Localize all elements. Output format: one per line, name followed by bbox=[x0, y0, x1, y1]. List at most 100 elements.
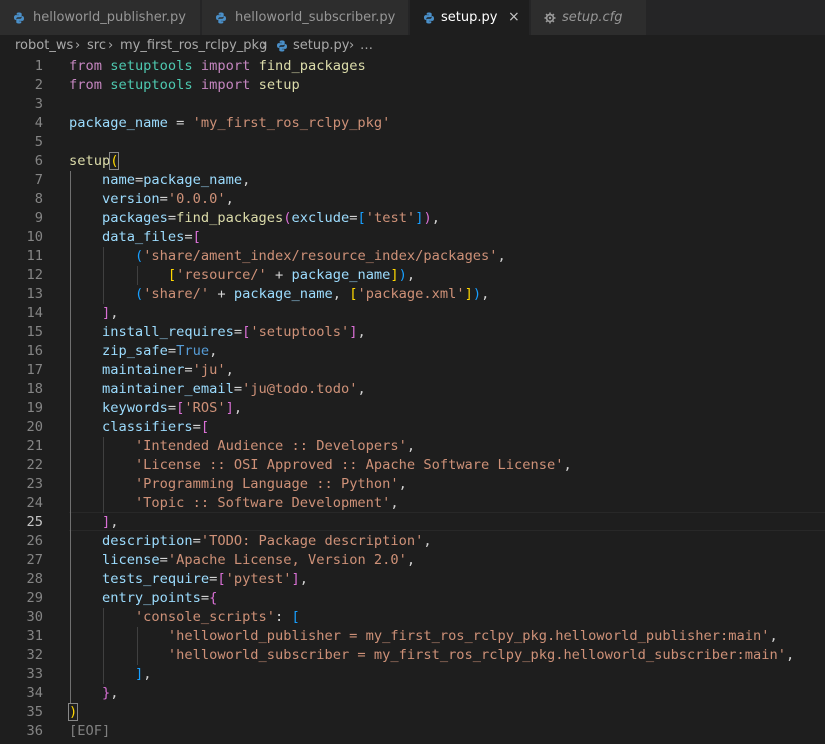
close-icon[interactable]: × bbox=[508, 0, 520, 35]
line-number: 27 bbox=[26, 552, 43, 568]
string: 'setuptools' bbox=[250, 324, 350, 340]
code-line: 33 ], bbox=[0, 665, 825, 684]
code-line: 11 ('share/ament_index/resource_index/pa… bbox=[0, 247, 825, 266]
breadcrumb-setup-py[interactable]: setup.py bbox=[293, 35, 349, 57]
parameter: zip_safe bbox=[101, 343, 168, 359]
string: 'test' bbox=[365, 210, 416, 226]
constant: True bbox=[176, 343, 210, 359]
breadcrumb: robot_ws › src › my_first_ros_rclpy_pkg … bbox=[0, 35, 825, 57]
line-number: 17 bbox=[26, 362, 43, 378]
line-number: 23 bbox=[26, 476, 43, 492]
breadcrumb-robot-ws[interactable]: robot_ws bbox=[15, 35, 73, 57]
line-number: 25 bbox=[26, 514, 43, 530]
line-number: 21 bbox=[26, 438, 43, 454]
line-number: 9 bbox=[34, 210, 43, 226]
python-icon bbox=[14, 12, 24, 24]
tab-setup-py[interactable]: setup.py × bbox=[410, 0, 530, 35]
code-line: 23 'Programming Language :: Python', bbox=[0, 475, 825, 494]
code-line: 20 classifiers=[ bbox=[0, 418, 825, 437]
breadcrumb-src[interactable]: src bbox=[87, 35, 106, 57]
code-line: 27 license='Apache License, Version 2.0'… bbox=[0, 551, 825, 570]
code-line: 13 ('share/' + package_name, ['package.x… bbox=[0, 285, 825, 304]
code-line: 7 name=package_name, bbox=[0, 171, 825, 190]
line-number: 1 bbox=[34, 58, 43, 74]
string: 'pytest' bbox=[225, 571, 292, 587]
parameter: packages bbox=[101, 210, 168, 226]
line-number: 6 bbox=[34, 153, 43, 169]
parameter: description bbox=[101, 533, 193, 549]
line-number: 11 bbox=[26, 248, 43, 264]
variable: package_name bbox=[69, 115, 168, 131]
string: 'share/' bbox=[143, 286, 210, 302]
line-number: 2 bbox=[34, 77, 43, 93]
string: 'resource/' bbox=[176, 267, 267, 283]
parameter: maintainer_email bbox=[101, 381, 234, 397]
tab-label: helloworld_publisher.py bbox=[33, 10, 186, 25]
tab-bar: helloworld_publisher.py helloworld_subsc… bbox=[0, 0, 825, 35]
keyword: import bbox=[200, 58, 251, 74]
code-line: 1 from setuptools import find_packages bbox=[0, 57, 825, 76]
module-name: setuptools bbox=[110, 77, 193, 93]
tab-setup-cfg[interactable]: setup.cfg bbox=[531, 0, 647, 35]
line-number: 26 bbox=[26, 533, 43, 549]
keyword: from bbox=[69, 58, 102, 74]
string: 'Intended Audience :: Developers' bbox=[134, 438, 407, 454]
eof-marker: [EOF] bbox=[69, 723, 111, 739]
function-name: setup bbox=[258, 77, 300, 93]
string: 'Programming Language :: Python' bbox=[134, 476, 399, 492]
string: 'console_scripts' bbox=[134, 609, 276, 625]
code-line: 36 [EOF] bbox=[0, 722, 825, 741]
module-name: setuptools bbox=[110, 58, 193, 74]
gear-icon bbox=[544, 12, 556, 24]
breadcrumb-package[interactable]: my_first_ros_rclpy_pkg bbox=[120, 35, 267, 57]
code-line: 21 'Intended Audience :: Developers', bbox=[0, 437, 825, 456]
breadcrumb-more[interactable]: … bbox=[360, 35, 373, 57]
code-line: 6 setup( bbox=[0, 152, 825, 171]
code-line-current: 25 ], bbox=[0, 513, 825, 532]
line-number: 8 bbox=[34, 191, 43, 207]
parameter: entry_points bbox=[101, 590, 201, 606]
variable: package_name bbox=[233, 286, 333, 302]
line-number: 13 bbox=[26, 286, 43, 302]
code-line: 34 }, bbox=[0, 684, 825, 703]
string: 'package.xml' bbox=[357, 286, 465, 302]
code-line: 29 entry_points={ bbox=[0, 589, 825, 608]
string: 'ROS' bbox=[184, 400, 226, 416]
code-line: 3 bbox=[0, 95, 825, 114]
tab-helloworld-publisher[interactable]: helloworld_publisher.py bbox=[0, 0, 201, 35]
python-icon bbox=[216, 12, 226, 24]
code-editor[interactable]: 1 from setuptools import find_packages 2… bbox=[0, 57, 825, 744]
parameter: version bbox=[101, 191, 160, 207]
string: 'my_first_ros_rclpy_pkg' bbox=[192, 115, 391, 131]
code-line: 32 'helloworld_subscriber = my_first_ros… bbox=[0, 646, 825, 665]
code-line: 8 version='0.0.0', bbox=[0, 190, 825, 209]
keyword: import bbox=[200, 77, 251, 93]
tab-helloworld-subscriber[interactable]: helloworld_subscriber.py bbox=[202, 0, 409, 35]
line-number: 15 bbox=[26, 324, 43, 340]
string: 'helloworld_subscriber = my_first_ros_rc… bbox=[167, 647, 786, 663]
code-line: 12 ['resource/' + package_name]), bbox=[0, 266, 825, 285]
parameter: data_files bbox=[101, 229, 185, 245]
function-name: setup bbox=[69, 153, 111, 169]
string: 'share/ament_index/resource_index/packag… bbox=[143, 248, 498, 264]
code-line: 19 keywords=['ROS'], bbox=[0, 399, 825, 418]
function-name: find_packages bbox=[258, 58, 366, 74]
line-number: 18 bbox=[26, 381, 43, 397]
breadcrumb-separator: › bbox=[108, 38, 114, 53]
line-number: 10 bbox=[26, 229, 43, 245]
line-number: 29 bbox=[26, 590, 43, 606]
line-number: 35 bbox=[26, 704, 43, 720]
string: 'helloworld_publisher = my_first_ros_rcl… bbox=[167, 628, 770, 644]
code-line: 18 maintainer_email='ju@todo.todo', bbox=[0, 380, 825, 399]
code-line: 16 zip_safe=True, bbox=[0, 342, 825, 361]
code-line: 4 package_name = 'my_first_ros_rclpy_pkg… bbox=[0, 114, 825, 133]
line-number: 36 bbox=[26, 723, 43, 739]
code-line: 14 ], bbox=[0, 304, 825, 323]
string: 'Apache License, Version 2.0' bbox=[167, 552, 407, 568]
tab-label: helloworld_subscriber.py bbox=[235, 10, 396, 25]
parameter: keywords bbox=[101, 400, 168, 416]
line-number: 4 bbox=[34, 115, 43, 131]
keyword: from bbox=[69, 77, 102, 93]
code-line: 35 ) bbox=[0, 703, 825, 722]
code-line: 28 tests_require=['pytest'], bbox=[0, 570, 825, 589]
